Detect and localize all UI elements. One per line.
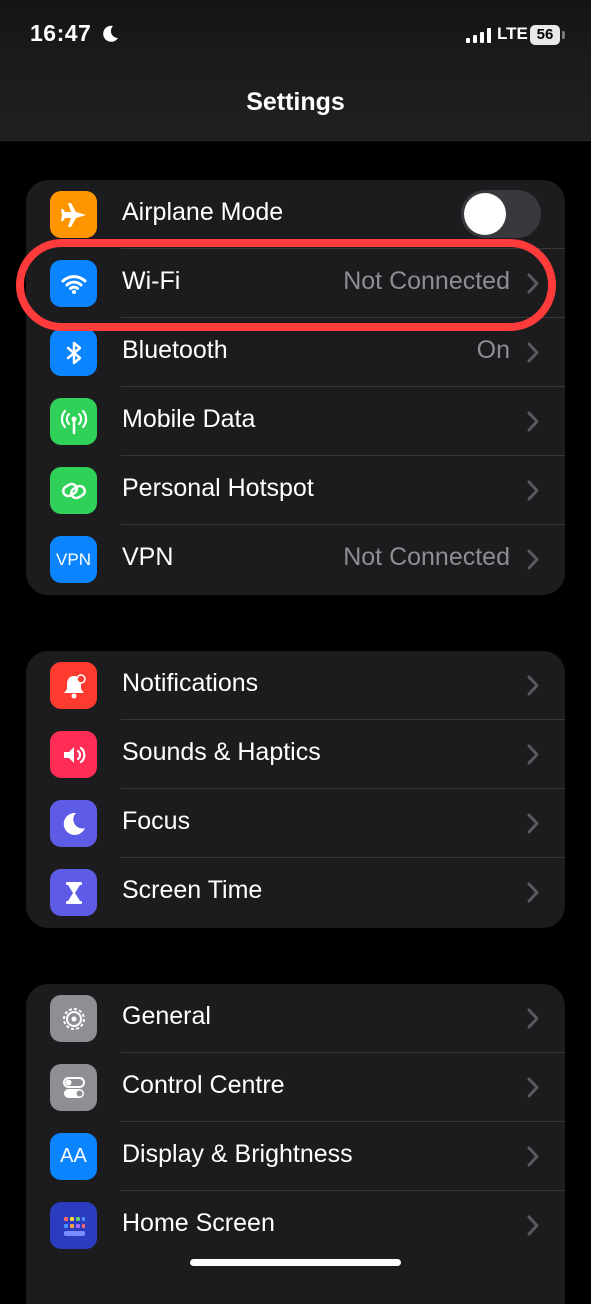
vpn-icon: VPN: [50, 536, 97, 583]
vpn-status: Not Connected: [343, 543, 510, 571]
text-size-icon: AA: [50, 1133, 97, 1180]
chevron-right-icon: [527, 1215, 539, 1236]
sounds-haptics-row[interactable]: Sounds & Haptics: [26, 720, 565, 789]
home-grid-icon: [50, 1202, 97, 1249]
status-time: 16:47: [30, 20, 92, 46]
personal-hotspot-row[interactable]: Personal Hotspot: [26, 456, 565, 525]
hourglass-icon: [50, 869, 97, 916]
row-label: Control Centre: [122, 1071, 285, 1099]
chevron-right-icon: [527, 1008, 539, 1029]
notifications-group: Notifications Sounds & Haptics Focus Scr…: [26, 651, 565, 928]
row-label: Mobile Data: [122, 405, 256, 433]
battery-tip: [562, 31, 565, 39]
chevron-right-icon: [527, 675, 539, 696]
antenna-icon: [50, 398, 97, 445]
home-screen-row[interactable]: Home Screen: [26, 1191, 565, 1260]
gear-icon: [50, 995, 97, 1042]
screen-time-row[interactable]: Screen Time: [26, 858, 565, 927]
wifi-highlight-annotation: [16, 239, 556, 331]
toggle-knob: [464, 193, 506, 235]
bell-icon: [50, 662, 97, 709]
airplane-mode-toggle[interactable]: [461, 190, 541, 238]
network-type: LTE: [497, 24, 528, 43]
speaker-icon: [50, 731, 97, 778]
chevron-right-icon: [527, 549, 539, 570]
page-title: Settings: [246, 88, 345, 116]
chevron-right-icon: [527, 480, 539, 501]
bluetooth-icon: [50, 329, 97, 376]
cellular-signal-icon: [466, 28, 491, 43]
status-bar: 16:47 LTE 56 Settings: [0, 0, 591, 141]
chevron-right-icon: [527, 813, 539, 834]
link-icon: [50, 467, 97, 514]
chevron-right-icon: [527, 1146, 539, 1167]
row-label: Screen Time: [122, 876, 263, 904]
airplane-icon: [50, 191, 97, 238]
vpn-row[interactable]: VPN VPN Not Connected: [26, 525, 565, 594]
chevron-right-icon: [527, 411, 539, 432]
row-label: Sounds & Haptics: [122, 738, 321, 766]
switches-icon: [50, 1064, 97, 1111]
row-label: Airplane Mode: [122, 198, 284, 226]
mobile-data-row[interactable]: Mobile Data: [26, 387, 565, 456]
focus-row[interactable]: Focus: [26, 789, 565, 858]
row-label: VPN: [122, 543, 174, 571]
row-label: Bluetooth: [122, 336, 228, 364]
bluetooth-status: On: [476, 336, 510, 364]
battery-level: 56: [530, 25, 560, 45]
notifications-row[interactable]: Notifications: [26, 651, 565, 720]
display-brightness-row[interactable]: AA Display & Brightness: [26, 1122, 565, 1191]
row-label: General: [122, 1002, 211, 1030]
general-row[interactable]: General: [26, 984, 565, 1053]
home-indicator[interactable]: [190, 1259, 401, 1266]
row-label: Focus: [122, 807, 191, 835]
chevron-right-icon: [527, 1077, 539, 1098]
chevron-right-icon: [527, 342, 539, 363]
row-label: Display & Brightness: [122, 1140, 353, 1168]
focus-moon-icon: [103, 25, 118, 42]
row-label: Personal Hotspot: [122, 474, 314, 502]
chevron-right-icon: [527, 882, 539, 903]
row-label: Home Screen: [122, 1209, 275, 1237]
control-centre-row[interactable]: Control Centre: [26, 1053, 565, 1122]
row-label: Notifications: [122, 669, 259, 697]
general-group: General Control Centre AA Display & Brig…: [26, 984, 565, 1304]
moon-icon: [50, 800, 97, 847]
chevron-right-icon: [527, 744, 539, 765]
